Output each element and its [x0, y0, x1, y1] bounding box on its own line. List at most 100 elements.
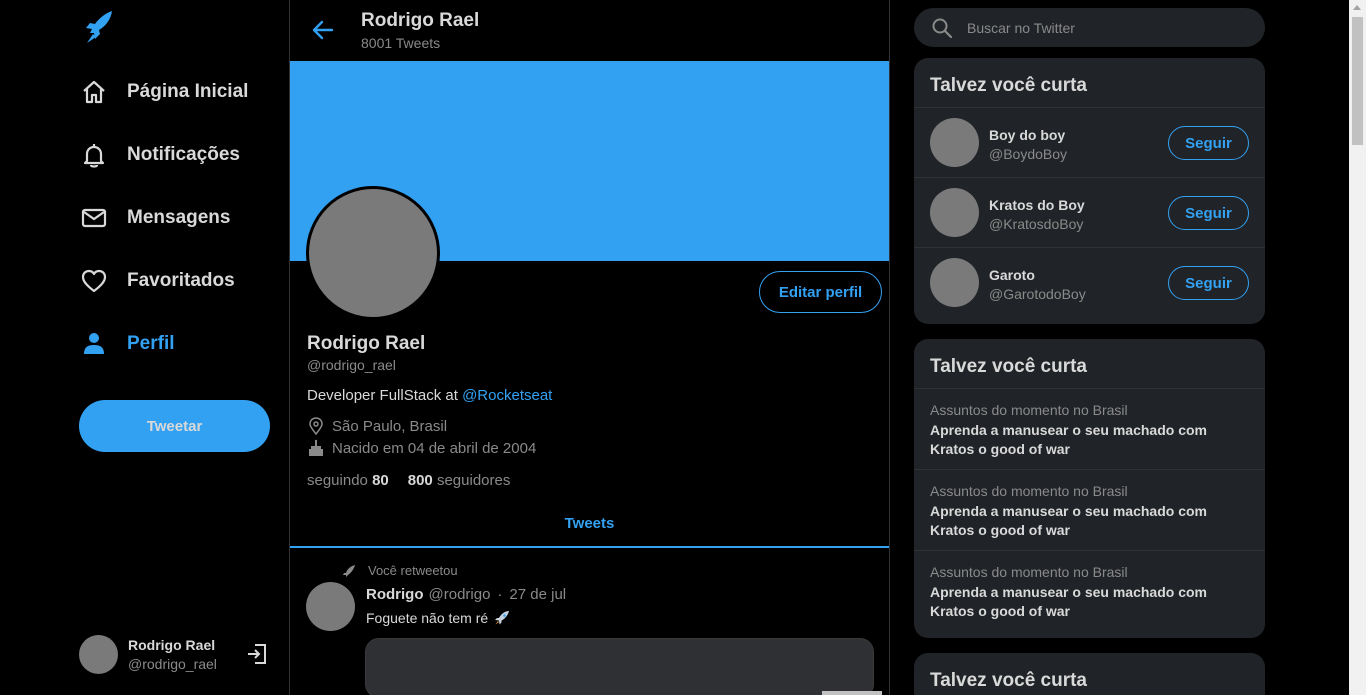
separator-dot: · — [497, 586, 503, 603]
profile-name: Rodrigo Rael — [307, 333, 426, 354]
trend-context: Assuntos do momento no Brasil — [930, 483, 1128, 499]
horizontal-scroll-thumb[interactable] — [822, 691, 882, 695]
tweet-media[interactable] — [365, 638, 874, 695]
nav-profile[interactable]: Perfil — [78, 324, 175, 364]
avatar — [930, 258, 979, 307]
nav-notifications[interactable]: Notificações — [78, 135, 240, 175]
location-pin-icon — [307, 417, 325, 435]
tweet-author[interactable]: Rodrigo — [366, 586, 424, 603]
birthday-text: Nacido em 04 de abril de 2004 — [332, 439, 537, 457]
exit-icon[interactable] — [246, 643, 268, 665]
search-bar — [914, 8, 1265, 47]
nav-favorites-label: Favoritados — [127, 270, 235, 291]
third-panel: Talvez você curta — [914, 653, 1265, 695]
tweet-text: Foguete não tem ré — [366, 610, 510, 626]
nav-home-label: Página Inicial — [127, 81, 249, 102]
followers-label: seguidores — [436, 472, 511, 489]
trend-topic: Aprenda a manusear o seu machado com Kra… — [930, 584, 1207, 619]
trend-topic: Aprenda a manusear o seu machado com Kra… — [930, 503, 1207, 538]
search-icon — [931, 17, 953, 39]
profile-header: Rodrigo Rael 8001 Tweets — [290, 0, 889, 61]
tweet-header: Rodrigo @rodrigo · 27 de jul — [366, 586, 566, 603]
followers-count: 800 — [407, 472, 433, 489]
tweet-date[interactable]: 27 de jul — [509, 586, 566, 603]
avatar — [930, 118, 979, 167]
profile-location: São Paulo, Brasil — [307, 416, 447, 436]
profile-avatar[interactable] — [306, 186, 440, 320]
trend-item[interactable]: Assuntos do momento no Brasil Aprenda a … — [914, 470, 1265, 551]
tweet-body: Foguete não tem ré — [366, 610, 489, 626]
follow-button[interactable]: Seguir — [1168, 196, 1249, 230]
trend-context: Assuntos do momento no Brasil — [930, 402, 1128, 418]
nav-notifications-label: Notificações — [127, 144, 240, 165]
follow-button[interactable]: Seguir — [1168, 266, 1249, 300]
mail-icon — [78, 202, 110, 234]
rocket-bird-logo[interactable] — [84, 10, 116, 44]
profile-birthday: Nacido em 04 de abril de 2004 — [307, 438, 536, 458]
left-sidebar: Página Inicial Notificações Mensagens Fa… — [0, 0, 289, 695]
home-icon — [78, 76, 110, 108]
bell-icon — [78, 139, 110, 171]
trend-topic: Aprenda a manusear o seu machado com Kra… — [930, 422, 1207, 457]
following-link[interactable]: seguindo 80 — [307, 472, 389, 489]
retweet-indicator: Você retweetou — [342, 563, 458, 578]
panel-title: Talvez você curta — [930, 670, 1088, 691]
follow-suggestion[interactable]: Kratos do Boy @KratosdoBoy Seguir — [914, 178, 1265, 248]
profile-bio: Developer FullStack at @Rocketseat — [307, 387, 552, 404]
retweet-note: Você retweetou — [368, 563, 458, 578]
tab-tweets[interactable]: Tweets — [290, 501, 889, 546]
trend-item[interactable]: Assuntos do momento no Brasil Aprenda a … — [914, 389, 1265, 470]
rocket-retweet-icon — [342, 564, 356, 578]
trend-context: Assuntos do momento no Brasil — [930, 564, 1128, 580]
profile-main: Rodrigo Rael 8001 Tweets Editar perfil R… — [289, 0, 890, 695]
avatar[interactable] — [306, 582, 355, 631]
avatar — [930, 188, 979, 237]
page-title: Rodrigo Rael — [361, 10, 480, 31]
account-info: Rodrigo Rael @rodrigo_rael — [128, 637, 217, 672]
nav-messages[interactable]: Mensagens — [78, 198, 230, 238]
follow-suggestion[interactable]: Boy do boy @BoydoBoy Seguir — [914, 108, 1265, 178]
nav-messages-label: Mensagens — [127, 207, 231, 228]
back-arrow-icon[interactable] — [310, 17, 336, 43]
tweet-card[interactable]: Você retweetou Rodrigo @rodrigo · 27 de … — [290, 548, 889, 695]
suggestion-handle: @BoydoBoy — [989, 146, 1068, 162]
vertical-scrollbar[interactable] — [1349, 0, 1366, 695]
profile-tabs: Tweets — [290, 501, 889, 548]
search-input[interactable] — [967, 12, 1265, 43]
bio-mention-link[interactable]: @Rocketseat — [462, 387, 552, 404]
nav-home[interactable]: Página Inicial — [78, 72, 248, 112]
following-count: 80 — [372, 472, 389, 489]
follow-suggestion[interactable]: Garoto @GarotodoBoy Seguir — [914, 248, 1265, 318]
tweet-handle[interactable]: @rodrigo — [429, 586, 491, 603]
follow-stats: seguindo 80 800 seguidores — [307, 472, 529, 489]
scroll-up-arrow-icon[interactable] — [1353, 5, 1361, 10]
rocket-emoji-icon — [494, 610, 510, 626]
profile-handle: @rodrigo_rael — [307, 357, 396, 373]
bio-text: Developer FullStack at — [307, 387, 463, 404]
heart-icon — [78, 265, 110, 297]
panel-title: Talvez você curta — [914, 58, 1265, 108]
account-switcher[interactable]: Rodrigo Rael @rodrigo_rael — [79, 634, 279, 674]
avatar — [79, 634, 118, 674]
edit-profile-button[interactable]: Editar perfil — [759, 271, 882, 313]
suggestion-name: Garoto — [989, 267, 1035, 283]
person-icon — [78, 328, 110, 360]
who-to-follow-panel: Talvez você curta Boy do boy @BoydoBoy S… — [914, 58, 1265, 324]
followers-link[interactable]: 800 seguidores — [408, 472, 511, 489]
suggestion-handle: @KratosdoBoy — [989, 216, 1084, 232]
tweet-button[interactable]: Tweetar — [79, 400, 270, 452]
tweet-count: 8001 Tweets — [361, 35, 441, 51]
nav-profile-label: Perfil — [127, 333, 175, 354]
suggestion-name: Boy do boy — [989, 127, 1066, 143]
nav-favorites[interactable]: Favoritados — [78, 261, 235, 301]
location-text: São Paulo, Brasil — [332, 417, 448, 435]
panel-title: Talvez você curta — [914, 339, 1265, 389]
cake-icon — [307, 439, 325, 457]
suggestion-handle: @GarotodoBoy — [989, 286, 1086, 302]
trends-panel: Talvez você curta Assuntos do momento no… — [914, 339, 1265, 638]
following-label: seguindo — [307, 472, 368, 489]
trend-item[interactable]: Assuntos do momento no Brasil Aprenda a … — [914, 551, 1265, 632]
account-handle: @rodrigo_rael — [128, 655, 217, 672]
scrollbar-thumb[interactable] — [1352, 17, 1363, 145]
follow-button[interactable]: Seguir — [1168, 126, 1249, 160]
